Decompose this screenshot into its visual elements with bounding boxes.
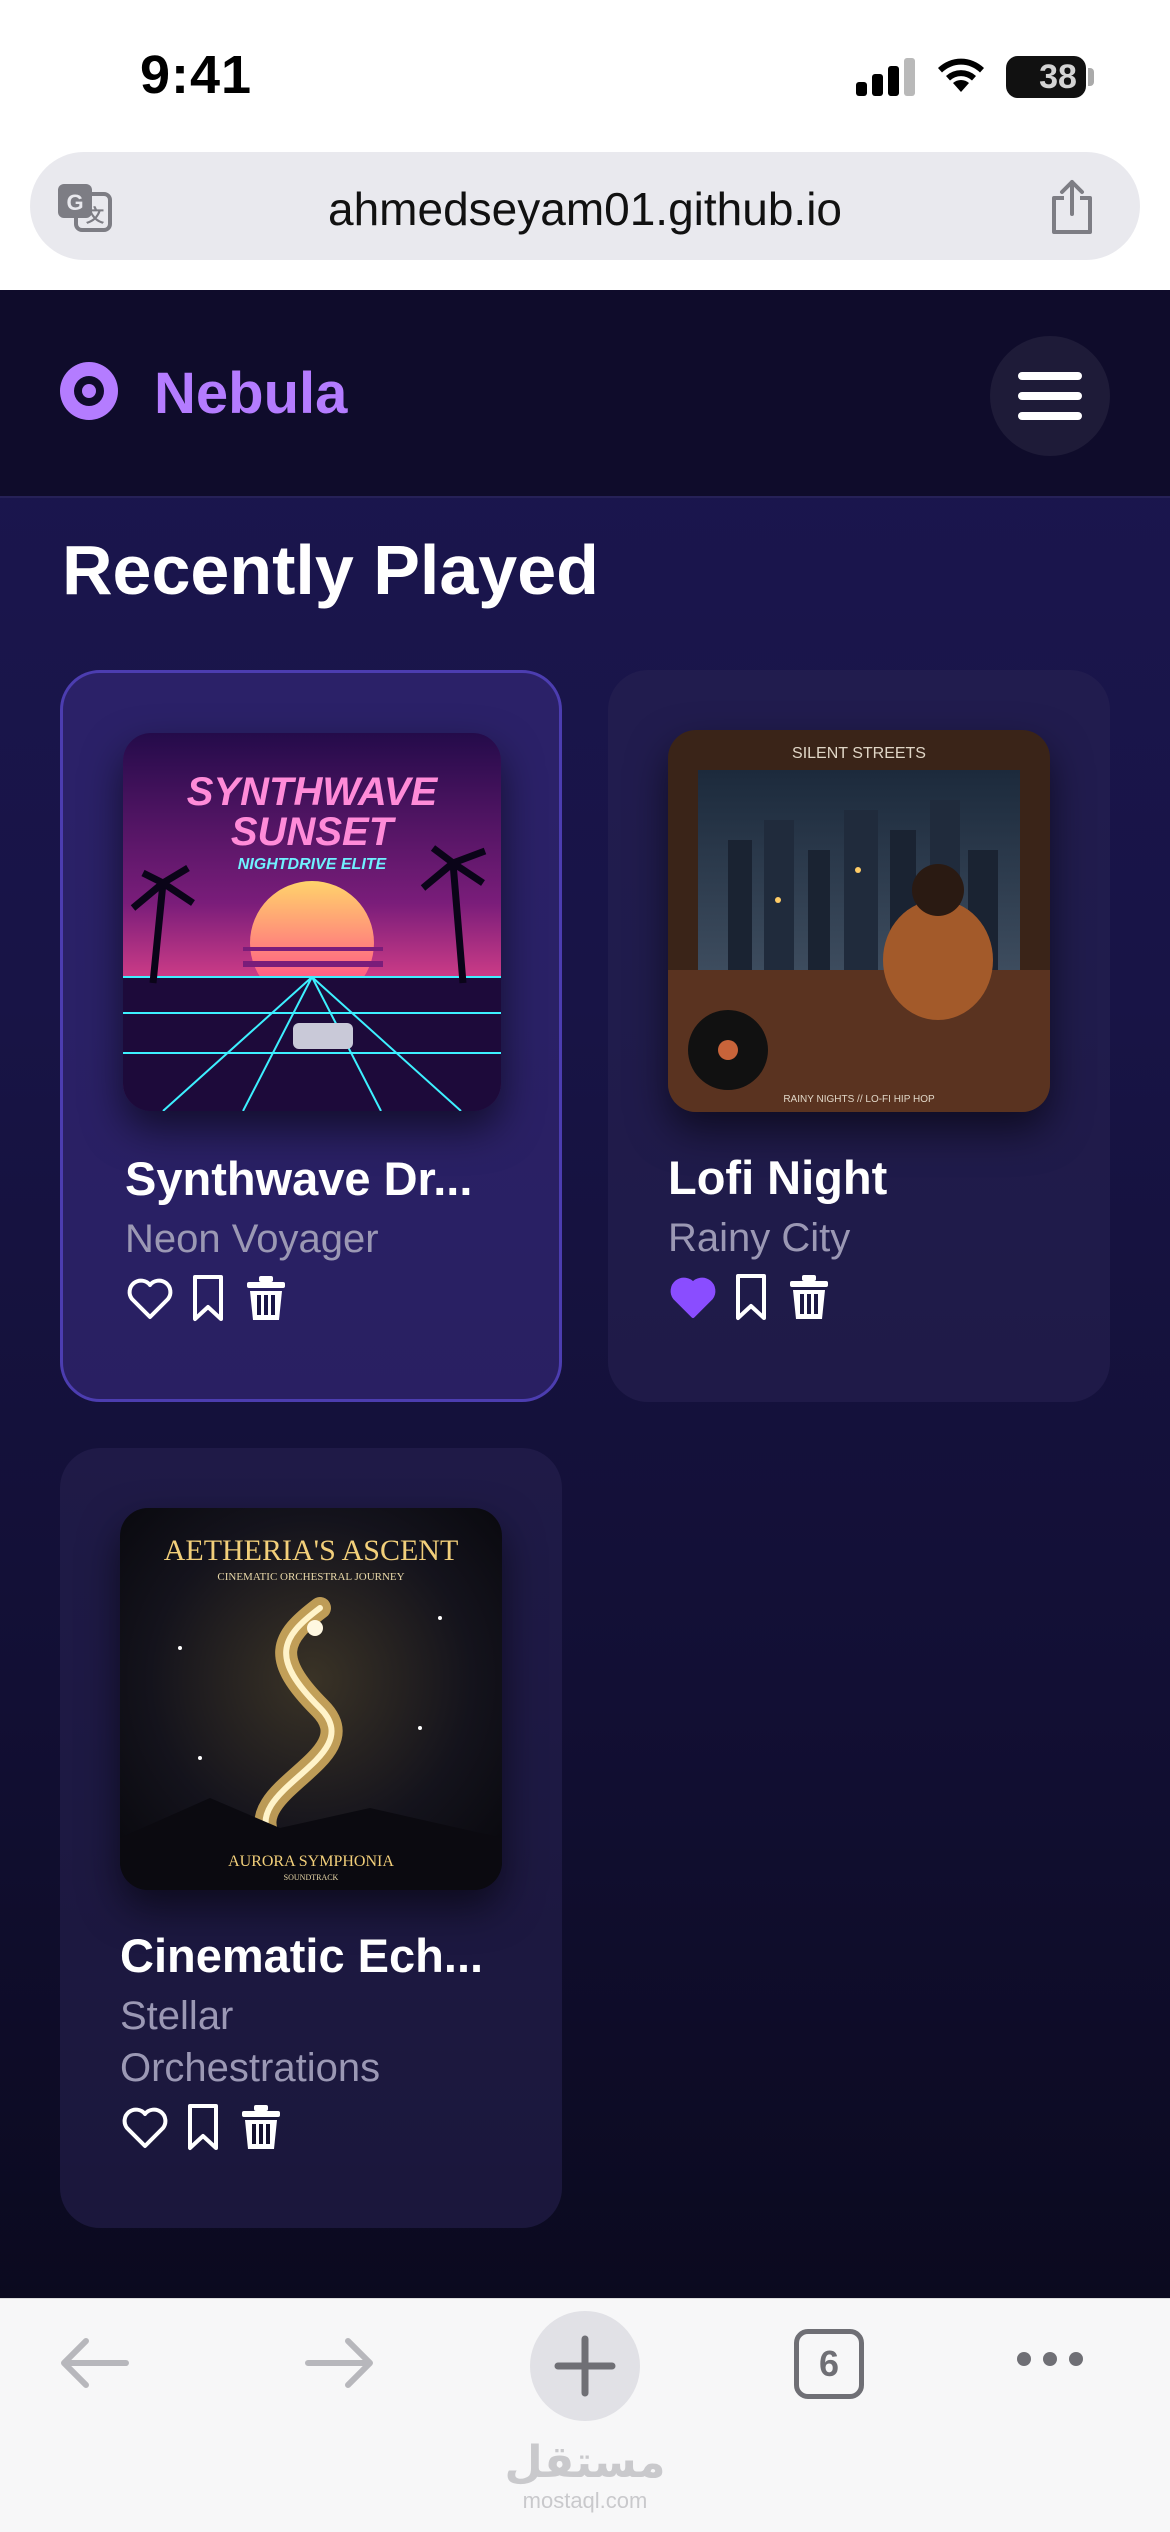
trash-icon[interactable] — [241, 1273, 291, 1323]
back-arrow-icon[interactable] — [56, 2333, 132, 2393]
svg-text:SUNSET: SUNSET — [231, 810, 397, 854]
track-artist: Neon Voyager — [125, 1217, 379, 1261]
new-tab-button[interactable] — [530, 2311, 640, 2421]
track-artist: Stellar Orchestrations — [120, 1994, 381, 2090]
bookmark-icon[interactable] — [178, 2102, 228, 2152]
album-art-synthwave: SYNTHWAVE SUNSET NIGHTDRIVE ELITE — [123, 733, 501, 1111]
track-card[interactable]: AETHERIA'S ASCENT CINEMATIC ORCHESTRAL J… — [60, 1448, 562, 2228]
watermark: مستقل mostaql.com — [500, 2437, 670, 2514]
like-heart-icon[interactable] — [120, 2102, 170, 2152]
hamburger-icon-line — [1018, 372, 1082, 380]
plus-icon — [554, 2335, 616, 2397]
battery-cap — [1088, 68, 1094, 86]
app-header: Nebula — [0, 290, 1170, 498]
album-art[interactable]: AETHERIA'S ASCENT CINEMATIC ORCHESTRAL J… — [120, 1508, 502, 1890]
track-card[interactable]: SYNTHWAVE SUNSET NIGHTDRIVE ELITE Synthw… — [60, 670, 562, 1402]
svg-text:AURORA SYMPHONIA: AURORA SYMPHONIA — [228, 1853, 394, 1870]
svg-text:SOUNDTRACK: SOUNDTRACK — [284, 1873, 339, 1882]
svg-text:CINEMATIC ORCHESTRAL JOURNEY: CINEMATIC ORCHESTRAL JOURNEY — [217, 1571, 404, 1583]
watermark-latin: mostaql.com — [522, 2488, 648, 2513]
share-icon[interactable] — [1046, 178, 1098, 236]
app-viewport: Nebula Recently Played SYNTHWAVE SUNSET … — [0, 290, 1170, 2298]
album-art[interactable]: SILENT STREETS RAINY NIGHTS // LO-FI HIP… — [668, 730, 1050, 1112]
hamburger-icon-line — [1018, 412, 1082, 420]
track-card[interactable]: SILENT STREETS RAINY NIGHTS // LO-FI HIP… — [608, 670, 1110, 1402]
track-title[interactable]: Synthwave Dr... — [125, 1151, 472, 1206]
track-actions — [120, 2102, 286, 2152]
album-art-title: SYNTHWAVE — [187, 770, 439, 814]
album-art-lofi: SILENT STREETS RAINY NIGHTS // LO-FI HIP… — [668, 730, 1050, 1112]
menu-button[interactable] — [990, 336, 1110, 456]
bookmark-icon[interactable] — [726, 1272, 776, 1322]
trash-icon[interactable] — [236, 2102, 286, 2152]
section-title: Recently Played — [62, 531, 599, 609]
bookmark-icon[interactable] — [183, 1273, 233, 1323]
wifi-icon — [938, 58, 984, 92]
album-art-title: SILENT STREETS — [792, 745, 926, 762]
album-art-cinematic: AETHERIA'S ASCENT CINEMATIC ORCHESTRAL J… — [120, 1508, 502, 1890]
trash-icon[interactable] — [784, 1272, 834, 1322]
track-actions — [668, 1272, 834, 1322]
album-art-title: AETHERIA'S ASCENT — [164, 1534, 459, 1567]
tabs-button[interactable]: 6 — [794, 2329, 864, 2399]
svg-text:NIGHTDRIVE ELITE: NIGHTDRIVE ELITE — [238, 856, 388, 873]
track-artist: Rainy City — [668, 1216, 851, 1260]
more-options-icon[interactable] — [1014, 2347, 1086, 2371]
status-time: 9:41 — [140, 45, 253, 105]
battery-icon: 38 — [1006, 56, 1086, 98]
track-title[interactable]: Lofi Night — [668, 1150, 887, 1205]
like-heart-icon[interactable] — [125, 1273, 175, 1323]
svg-text:RAINY NIGHTS // LO-FI HIP HOP: RAINY NIGHTS // LO-FI HIP HOP — [783, 1094, 935, 1105]
hamburger-icon-line — [1018, 392, 1082, 400]
browser-toolbar: 6 مستقل mostaql.com — [0, 2298, 1170, 2532]
forward-arrow-icon[interactable] — [302, 2333, 378, 2393]
battery-level: 38 — [1039, 57, 1077, 96]
url-text: ahmedseyam01.github.io — [328, 183, 842, 235]
album-art[interactable]: SYNTHWAVE SUNSET NIGHTDRIVE ELITE — [123, 733, 501, 1111]
address-bar[interactable]: G 文 ahmedseyam01.github.io — [30, 152, 1140, 260]
disc-logo-icon — [60, 362, 118, 420]
status-bar: 9:41 38 — [0, 0, 1170, 150]
watermark-arabic: مستقل — [504, 2437, 666, 2488]
cellular-signal-icon — [856, 56, 916, 96]
liked-heart-icon[interactable] — [668, 1272, 718, 1322]
track-title[interactable]: Cinematic Ech... — [120, 1928, 483, 1983]
app-name[interactable]: Nebula — [154, 360, 347, 427]
track-actions — [125, 1273, 291, 1323]
